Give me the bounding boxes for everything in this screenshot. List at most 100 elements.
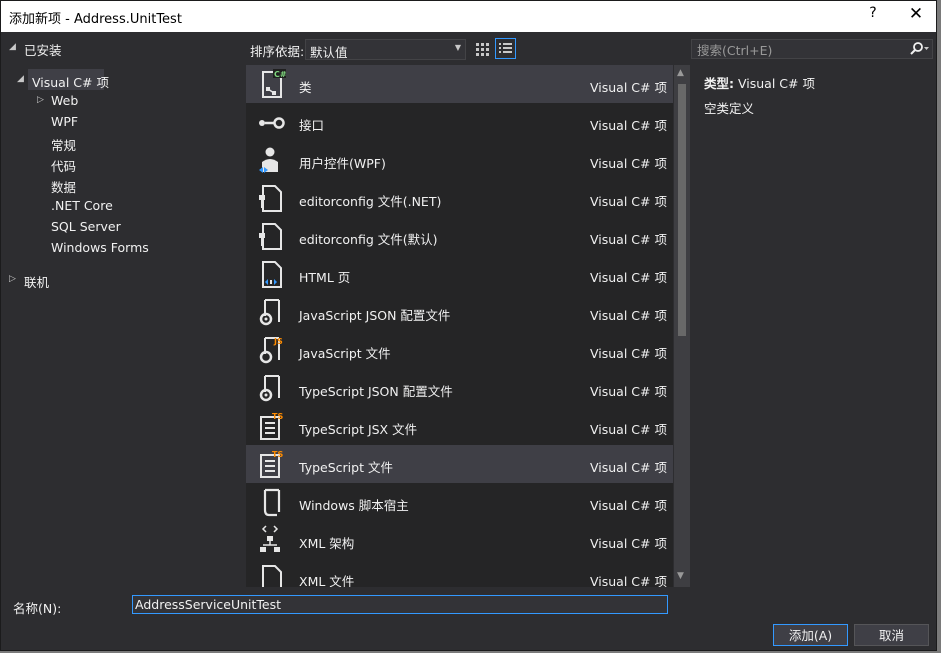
editorconfig-icon: [259, 223, 282, 250]
expand-triangle-icon[interactable]: ▷: [37, 95, 44, 105]
search-box[interactable]: [691, 39, 933, 59]
item-name: 用户控件(WPF): [299, 156, 386, 171]
item-name: 类: [299, 80, 312, 95]
grid-view-icon[interactable]: [472, 39, 492, 59]
item-type: Visual C# 项: [590, 232, 667, 247]
item-name: Windows 脚本宿主: [299, 498, 409, 513]
item-name: JavaScript 文件: [299, 346, 391, 361]
list-item[interactable]: JS JavaScript 文件 Visual C# 项: [246, 331, 673, 369]
json-config-icon: [259, 375, 280, 402]
name-label: 名称(N):: [13, 601, 62, 616]
window-title: 添加新项 - Address.UnitTest: [9, 12, 182, 27]
typescript-file-icon: TS: [260, 412, 283, 440]
tree-item-web[interactable]: Web: [51, 93, 78, 108]
sort-dropdown[interactable]: 默认值 ▼: [305, 39, 466, 60]
template-list[interactable]: C# 类 Visual C# 项接口 Visual C# 项用户控件(WPF) Visu…: [246, 65, 673, 587]
tree-online[interactable]: 联机: [24, 272, 49, 291]
list-item[interactable]: XML 文件 Visual C# 项: [246, 559, 673, 587]
type-label: 类型:: [704, 76, 734, 91]
xml-file-icon: [262, 565, 282, 587]
list-view-icon: [499, 43, 512, 53]
html-page-icon: [262, 261, 282, 288]
item-type: Visual C# 项: [590, 422, 667, 437]
description-text: 空类定义: [704, 101, 755, 116]
list-item[interactable]: Windows 脚本宿主 Visual C# 项: [246, 483, 673, 521]
item-type: Visual C# 项: [590, 346, 667, 361]
title-bar: 添加新项 - Address.UnitTest ? ✕: [1, 1, 936, 32]
item-type: Visual C# 项: [590, 460, 667, 475]
item-name: TypeScript 文件: [299, 460, 393, 475]
list-item[interactable]: editorconfig 文件(默认) Visual C# 项: [246, 217, 673, 255]
list-item[interactable]: TS TypeScript JSX 文件 Visual C# 项: [246, 407, 673, 445]
search-input[interactable]: [695, 41, 909, 59]
list-item[interactable]: 用户控件(WPF) Visual C# 项: [246, 141, 673, 179]
tree-item-general[interactable]: 常规: [51, 135, 76, 154]
list-item[interactable]: TS TypeScript 文件 Visual C# 项: [246, 445, 673, 483]
item-name: XML 文件: [299, 574, 355, 587]
json-config-icon: [259, 299, 280, 326]
item-type: Visual C# 项: [590, 156, 667, 171]
search-icon[interactable]: [909, 41, 931, 57]
sort-value: 默认值: [310, 45, 348, 60]
list-item[interactable]: editorconfig 文件(.NET) Visual C# 项: [246, 179, 673, 217]
tree-item-windows-forms[interactable]: Windows Forms: [51, 240, 149, 255]
tree-visual-csharp[interactable]: Visual C# 项: [32, 72, 109, 91]
tree-installed[interactable]: 已安装: [24, 40, 62, 59]
item-name: editorconfig 文件(默认): [299, 232, 438, 247]
javascript-file-icon: JS: [259, 337, 283, 364]
tree-item-data[interactable]: 数据: [51, 177, 76, 196]
description-type: 类型: Visual C# 项: [704, 73, 815, 92]
sort-label: 排序依据:: [250, 44, 305, 59]
scrollbar-thumb[interactable]: [678, 84, 686, 336]
tree-item-wpf[interactable]: WPF: [51, 114, 78, 129]
svg-text:TS: TS: [272, 450, 283, 459]
xml-schema-icon: [260, 525, 280, 552]
list-item[interactable]: JavaScript JSON 配置文件 Visual C# 项: [246, 293, 673, 331]
user-control-icon: [259, 147, 278, 173]
list-item[interactable]: C# 类 Visual C# 项: [246, 65, 673, 103]
item-type: Visual C# 项: [590, 574, 667, 587]
item-name: TypeScript JSX 文件: [299, 422, 418, 437]
tree-item-code[interactable]: 代码: [51, 156, 76, 175]
collapse-triangle-icon[interactable]: ◢: [17, 74, 24, 84]
editorconfig-icon: [259, 185, 282, 212]
tree-item-sql-server[interactable]: SQL Server: [51, 219, 121, 234]
item-name: HTML 页: [299, 270, 351, 285]
add-button[interactable]: 添加(A): [773, 624, 848, 646]
script-host-icon: [263, 488, 281, 517]
list-view-button[interactable]: [495, 38, 516, 59]
item-type: Visual C# 项: [590, 270, 667, 285]
interface-icon: [259, 117, 285, 129]
svg-text:TS: TS: [272, 412, 283, 421]
type-value: Visual C# 项: [737, 76, 815, 91]
scroll-up-arrow-icon[interactable]: ▲: [677, 68, 684, 78]
help-button[interactable]: ?: [863, 5, 883, 27]
item-type: Visual C# 项: [590, 498, 667, 513]
collapse-triangle-icon[interactable]: ◢: [9, 42, 16, 52]
list-item[interactable]: HTML 页 Visual C# 项: [246, 255, 673, 293]
close-button[interactable]: ✕: [903, 4, 929, 28]
item-type: Visual C# 项: [590, 536, 667, 551]
expand-triangle-icon[interactable]: ▷: [9, 274, 16, 284]
add-new-item-dialog: 添加新项 - Address.UnitTest ? ✕ ◢ 已安装 ◢ Visu…: [0, 0, 937, 651]
typescript-file-icon: TS: [260, 450, 283, 478]
chevron-down-icon: ▼: [454, 43, 461, 52]
item-type: Visual C# 项: [590, 80, 667, 95]
item-name: TypeScript JSON 配置文件: [299, 384, 453, 399]
item-name: 接口: [299, 118, 325, 133]
list-item[interactable]: 接口 Visual C# 项: [246, 103, 673, 141]
item-type: Visual C# 项: [590, 118, 667, 133]
cancel-button[interactable]: 取消: [854, 624, 929, 646]
class-icon: C#: [262, 69, 287, 98]
item-name: XML 架构: [299, 536, 355, 551]
svg-text:C#: C#: [274, 70, 287, 79]
item-name: JavaScript JSON 配置文件: [299, 308, 451, 323]
scrollbar[interactable]: ▲ ▼: [674, 65, 690, 587]
list-item[interactable]: XML 架构 Visual C# 项: [246, 521, 673, 559]
name-input[interactable]: [132, 595, 668, 614]
tree-item-net-core[interactable]: .NET Core: [51, 198, 113, 213]
list-item[interactable]: TypeScript JSON 配置文件 Visual C# 项: [246, 369, 673, 407]
item-type: Visual C# 项: [590, 308, 667, 323]
scroll-down-arrow-icon[interactable]: ▼: [677, 571, 684, 581]
item-name: editorconfig 文件(.NET): [299, 194, 442, 209]
